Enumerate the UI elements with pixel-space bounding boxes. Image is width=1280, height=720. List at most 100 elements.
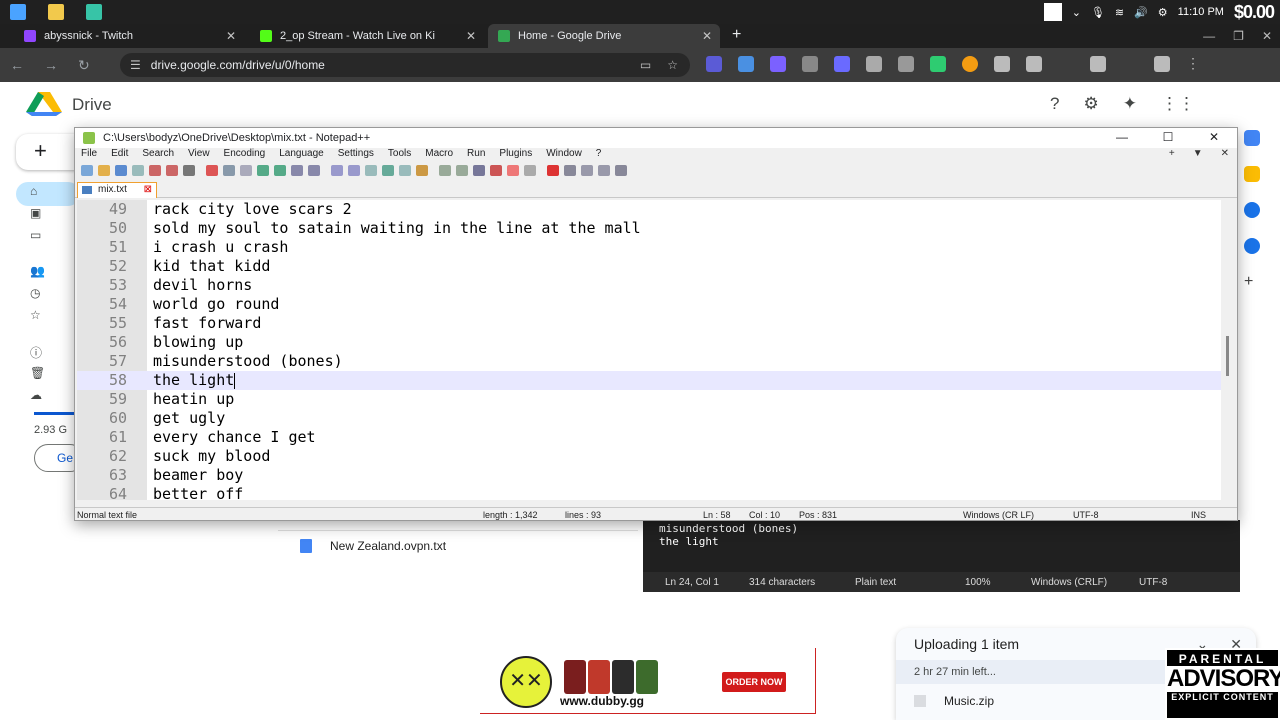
- editor-line[interactable]: 55 fast forward: [77, 314, 1221, 333]
- editor-line[interactable]: 49 rack city love scars 2: [77, 200, 1221, 219]
- url-text[interactable]: drive.google.com/drive/u/0/home: [151, 58, 325, 72]
- extension-icon[interactable]: [962, 56, 978, 72]
- file-explorer-icon[interactable]: [48, 4, 64, 20]
- cast-icon[interactable]: ▭: [640, 58, 651, 72]
- editor-line[interactable]: 59 heatin up: [77, 390, 1221, 409]
- microphone-icon[interactable]: 🎙: [1091, 6, 1105, 19]
- trash-icon[interactable]: 🗑: [30, 366, 70, 388]
- line-text[interactable]: better off: [153, 485, 243, 500]
- line-text[interactable]: fast forward: [153, 314, 261, 333]
- keep-icon[interactable]: [1244, 166, 1260, 182]
- toolbar-button-icon[interactable]: [240, 164, 252, 176]
- spam-icon[interactable]: ⓘ: [30, 344, 70, 366]
- extension-icon[interactable]: [994, 56, 1010, 72]
- maximize-icon[interactable]: ☐: [1145, 128, 1191, 148]
- order-now-button[interactable]: ORDER NOW: [722, 672, 786, 692]
- doc-tab-mix[interactable]: mix.txt ⊠: [77, 182, 157, 198]
- menu-help[interactable]: ?: [596, 148, 602, 162]
- back-icon[interactable]: ←: [10, 57, 24, 74]
- close-icon[interactable]: ✕: [1262, 29, 1272, 43]
- menu-file[interactable]: File: [81, 148, 97, 162]
- drive-title[interactable]: Drive: [72, 95, 112, 115]
- toolbar-button-icon[interactable]: [98, 164, 110, 176]
- vertical-scrollbar[interactable]: [1221, 200, 1237, 500]
- gear-icon[interactable]: ⚙: [1158, 6, 1168, 19]
- line-text[interactable]: rack city love scars 2: [153, 200, 352, 219]
- menu-encoding[interactable]: Encoding: [224, 148, 266, 162]
- line-text[interactable]: devil horns: [153, 276, 252, 295]
- minimize-icon[interactable]: —: [1203, 29, 1215, 43]
- line-text[interactable]: the light: [153, 371, 234, 390]
- close-tab-icon[interactable]: ✕: [702, 29, 712, 43]
- tasks-icon[interactable]: [1244, 202, 1260, 218]
- reload-icon[interactable]: ↻: [78, 57, 90, 74]
- toolbar-button-icon[interactable]: [166, 164, 178, 176]
- computers-icon[interactable]: ▭: [30, 228, 70, 250]
- toolbar-button-icon[interactable]: [615, 164, 627, 176]
- windows-start-icon[interactable]: [10, 4, 26, 20]
- toolbar-button-icon[interactable]: [149, 164, 161, 176]
- toolbar-button-icon[interactable]: [507, 164, 519, 176]
- ad-banner[interactable]: ✕✕ www.dubby.gg ORDER NOW: [480, 648, 816, 714]
- toolbar-button-icon[interactable]: [439, 164, 451, 176]
- toolbar-button-icon[interactable]: [581, 164, 593, 176]
- menu-view[interactable]: View: [188, 148, 210, 162]
- apps-grid-icon[interactable]: ⋮⋮: [1161, 94, 1195, 114]
- close-tab-icon[interactable]: ⊠: [144, 183, 152, 197]
- menu-window[interactable]: Window: [546, 148, 582, 162]
- menu-run[interactable]: Run: [467, 148, 485, 162]
- editor-line[interactable]: 60 get ugly: [77, 409, 1221, 428]
- my-drive-icon[interactable]: ▣: [30, 206, 70, 228]
- toolbar-button-icon[interactable]: [183, 164, 195, 176]
- editor-line[interactable]: 54 world go round: [77, 295, 1221, 314]
- puzzle-icon[interactable]: [1026, 56, 1042, 72]
- line-text[interactable]: every chance I get: [153, 428, 316, 447]
- clock[interactable]: 11:10 PM: [1178, 6, 1224, 18]
- toolbar-button-icon[interactable]: [257, 164, 269, 176]
- volume-icon[interactable]: 🔊: [1134, 6, 1148, 19]
- contacts-icon[interactable]: [1244, 238, 1260, 254]
- extension-icon[interactable]: [930, 56, 946, 72]
- toolbar-button-icon[interactable]: [456, 164, 468, 176]
- home-icon[interactable]: ⌂: [30, 184, 70, 206]
- gemini-sparkle-icon[interactable]: ✦: [1123, 94, 1137, 114]
- browser-tab-twitch[interactable]: abyssnick - Twitch ✕: [14, 24, 244, 48]
- calendar-icon[interactable]: [1244, 130, 1260, 146]
- editor-line[interactable]: 64 better off: [77, 485, 1221, 500]
- new-tab-button[interactable]: +: [732, 24, 741, 48]
- download-icon[interactable]: [1154, 56, 1170, 72]
- recent-icon[interactable]: ◷: [30, 286, 70, 308]
- line-text[interactable]: kid that kidd: [153, 257, 270, 276]
- menu-language[interactable]: Language: [279, 148, 324, 162]
- text-editor[interactable]: 49 rack city love scars 2 50 sold my soul t…: [77, 200, 1221, 500]
- toolbar-button-icon[interactable]: [274, 164, 286, 176]
- scrollbar-thumb[interactable]: [1226, 336, 1229, 376]
- help-icon[interactable]: ?: [1050, 94, 1059, 114]
- toolbar-button-icon[interactable]: [348, 164, 360, 176]
- tab-list-icon[interactable]: ▼: [1193, 148, 1203, 159]
- toolbar-button-icon[interactable]: [547, 164, 559, 176]
- toolbar-button-icon[interactable]: [399, 164, 411, 176]
- new-tab-plus-icon[interactable]: +: [1169, 148, 1175, 159]
- menu-plugins[interactable]: Plugins: [499, 148, 532, 162]
- toolbar-button-icon[interactable]: [382, 164, 394, 176]
- editor-line[interactable]: 52 kid that kidd: [77, 257, 1221, 276]
- extension-icon[interactable]: [898, 56, 914, 72]
- line-text[interactable]: beamer boy: [153, 466, 243, 485]
- current-line[interactable]: 58 the light: [77, 371, 1221, 390]
- toolbar-button-icon[interactable]: [473, 164, 485, 176]
- settings-gear-icon[interactable]: ⚙: [1083, 94, 1098, 114]
- browser-tab-drive[interactable]: Home - Google Drive ✕: [488, 24, 720, 48]
- forward-icon[interactable]: →: [44, 57, 58, 74]
- site-info-icon[interactable]: ☰: [130, 58, 141, 72]
- toolbar-button-icon[interactable]: [132, 164, 144, 176]
- file-name[interactable]: New Zealand.ovpn.txt: [330, 539, 446, 553]
- toolbar-button-icon[interactable]: [365, 164, 377, 176]
- toolbar-button-icon[interactable]: [308, 164, 320, 176]
- line-text[interactable]: get ugly: [153, 409, 225, 428]
- taskbar-app-icon[interactable]: [86, 4, 102, 20]
- menu-search[interactable]: Search: [142, 148, 174, 162]
- shared-icon[interactable]: 👥: [30, 264, 70, 286]
- extension-icon[interactable]: [802, 56, 818, 72]
- toolbar-button-icon[interactable]: [524, 164, 536, 176]
